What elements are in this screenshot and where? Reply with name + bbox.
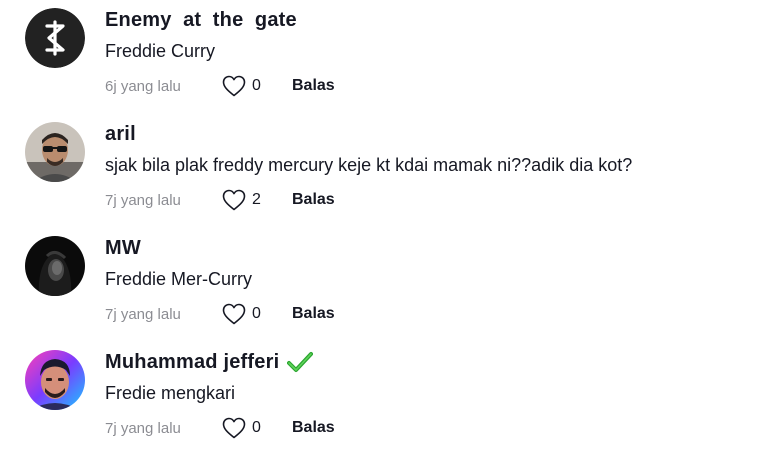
comment-meta: 6j yang lalu 0 Balas [105, 74, 750, 98]
heart-outline-icon [222, 75, 246, 97]
comment-meta: 7j yang lalu 2 Balas [105, 188, 750, 212]
like-count: 2 [252, 191, 261, 208]
comment-text: sjak bila plak freddy mercury keje kt kd… [105, 155, 633, 175]
like-button[interactable]: 0 [222, 75, 292, 97]
avatar[interactable] [25, 236, 85, 296]
avatar[interactable] [25, 8, 85, 68]
reply-button[interactable]: Balas [292, 419, 335, 437]
like-button[interactable]: 0 [222, 417, 292, 439]
avatar[interactable] [25, 350, 85, 410]
heart-outline-icon [222, 189, 246, 211]
like-button[interactable]: 2 [222, 189, 292, 211]
username[interactable]: Muhammad jefferi [105, 350, 750, 374]
comment-text: Fredie mengkari [105, 383, 236, 403]
username-text: aril [105, 123, 136, 145]
like-count: 0 [252, 305, 261, 322]
like-count: 0 [252, 77, 261, 94]
username-text: MW [105, 237, 141, 259]
avatar[interactable] [25, 122, 85, 182]
comment-text: Freddie Curry [105, 41, 216, 61]
like-count: 0 [252, 419, 261, 436]
timestamp: 7j yang lalu [105, 191, 181, 209]
timestamp: 6j yang lalu [105, 77, 181, 95]
timestamp: 7j yang lalu [105, 305, 181, 323]
username[interactable]: MW [105, 236, 750, 260]
reply-button[interactable]: Balas [292, 77, 335, 95]
comment-text: Freddie Mer-Curry [105, 269, 253, 289]
reply-button[interactable]: Balas [292, 305, 335, 323]
username[interactable]: Enemy at the gate [105, 8, 750, 32]
like-button[interactable]: 0 [222, 303, 292, 325]
username[interactable]: aril [105, 122, 750, 146]
username-text: Muhammad jefferi [105, 351, 280, 373]
comment-meta: 7j yang lalu 0 Balas [105, 416, 750, 440]
comment-meta: 7j yang lalu 0 Balas [105, 302, 750, 326]
reply-button[interactable]: Balas [292, 191, 335, 209]
timestamp: 7j yang lalu [105, 419, 181, 437]
heart-outline-icon [222, 303, 246, 325]
heart-outline-icon [222, 417, 246, 439]
check-icon [287, 351, 314, 373]
username-text: Enemy at the gate [105, 9, 297, 31]
